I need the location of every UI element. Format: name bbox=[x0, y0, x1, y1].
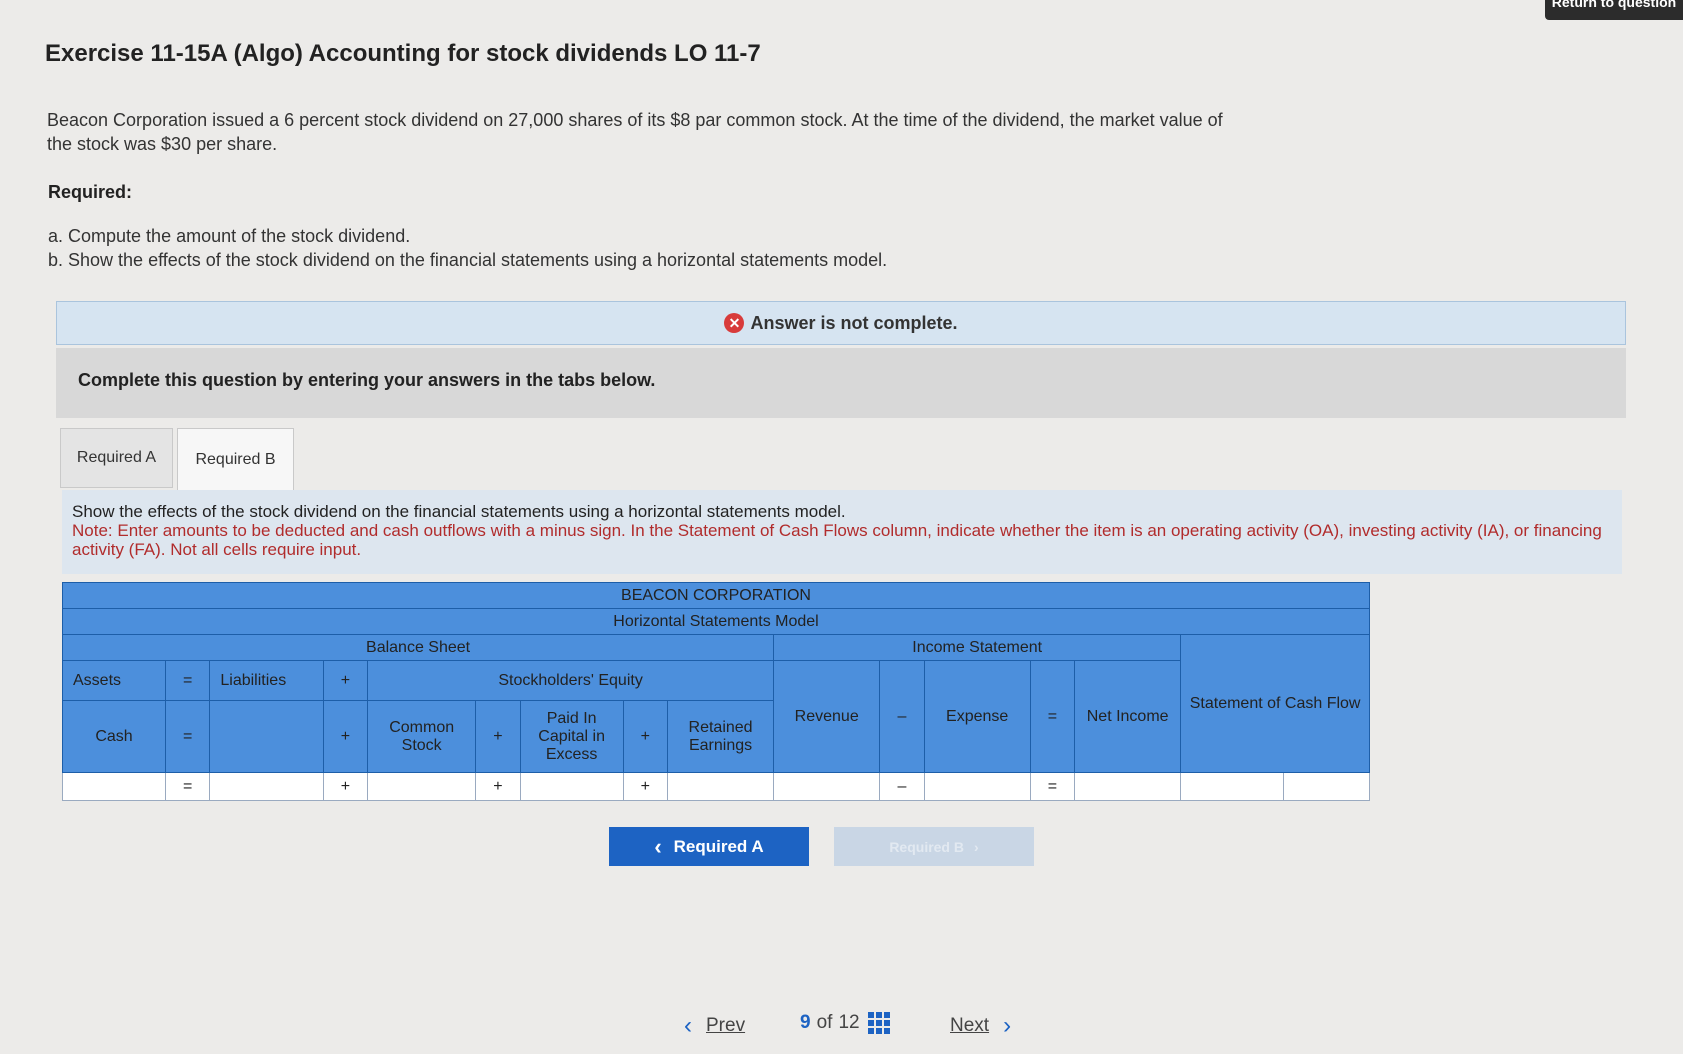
status-text: Answer is not complete. bbox=[750, 312, 958, 333]
liabilities-blank bbox=[209, 700, 324, 773]
tab-required-a[interactable]: Required A bbox=[60, 428, 173, 488]
panel-note: Note: Enter amounts to be deducted and c… bbox=[72, 521, 1602, 559]
revenue-input[interactable] bbox=[773, 772, 881, 801]
company-name: BEACON CORPORATION bbox=[62, 582, 1370, 609]
horizontal-statements-table: BEACON CORPORATION Horizontal Statements… bbox=[61, 582, 1370, 801]
liabilities-header: Liabilities bbox=[209, 660, 324, 701]
prev-label: Prev bbox=[706, 1015, 746, 1036]
tab-label: Required B bbox=[195, 450, 276, 468]
required-label: Required: bbox=[48, 182, 133, 202]
tab-panel-instructions: Show the effects of the stock dividend o… bbox=[62, 490, 1622, 574]
revenue-header: Revenue bbox=[773, 660, 881, 773]
stockholders-equity-header: Stockholders' Equity bbox=[367, 660, 775, 701]
plus-sign: + bbox=[622, 772, 668, 801]
cash-flow-activity-input[interactable] bbox=[1283, 772, 1370, 801]
required-a-back-button[interactable]: ‹ Required A bbox=[609, 827, 809, 866]
prev-link[interactable]: ‹ Prev bbox=[684, 1012, 745, 1040]
page-title: Exercise 11-15A (Algo) Accounting for st… bbox=[45, 40, 761, 67]
chevron-left-icon: ‹ bbox=[684, 1012, 692, 1039]
tab-required-b[interactable]: Required B bbox=[177, 428, 294, 490]
cash-flow-amount-input[interactable] bbox=[1180, 772, 1285, 801]
net-income-input[interactable] bbox=[1074, 772, 1182, 801]
plus-sign: + bbox=[322, 772, 369, 801]
page-indicator[interactable]: 9 of 12 bbox=[800, 1012, 898, 1034]
minus-sign: – bbox=[879, 772, 925, 801]
income-statement-header: Income Statement bbox=[773, 634, 1182, 661]
cash-flow-header: Statement of Cash Flow bbox=[1180, 634, 1370, 773]
expense-header: Expense bbox=[923, 660, 1031, 773]
balance-sheet-header: Balance Sheet bbox=[61, 634, 775, 661]
page-total: 12 bbox=[838, 1012, 860, 1033]
plus-sign: + bbox=[322, 660, 369, 701]
plus-sign: + bbox=[475, 700, 521, 773]
button-label: Required A bbox=[673, 836, 764, 856]
net-income-header: Net Income bbox=[1074, 660, 1182, 773]
chevron-right-icon: › bbox=[1003, 1012, 1012, 1039]
paid-in-capital-input[interactable] bbox=[519, 772, 624, 801]
next-label: Next bbox=[950, 1015, 990, 1036]
minus-sign: – bbox=[879, 660, 925, 773]
equals-sign: = bbox=[165, 772, 211, 801]
plus-sign: + bbox=[622, 700, 668, 773]
liabilities-input[interactable] bbox=[209, 772, 324, 801]
requirement-b: b. Show the effects of the stock dividen… bbox=[48, 250, 888, 270]
chevron-right-icon: › bbox=[974, 838, 979, 855]
x-circle-icon: ✕ bbox=[724, 313, 745, 333]
button-label: Required B bbox=[889, 838, 964, 855]
paid-in-capital-header: Paid In Capital in Excess bbox=[519, 700, 624, 773]
equals-sign: = bbox=[165, 660, 211, 701]
requirement-a: a. Compute the amount of the stock divid… bbox=[48, 226, 411, 246]
retained-earnings-header: Retained Earnings bbox=[666, 700, 775, 773]
cash-header: Cash bbox=[61, 700, 167, 773]
expense-input[interactable] bbox=[923, 772, 1031, 801]
cash-input[interactable] bbox=[61, 772, 167, 801]
required-b-next-button: Required B › bbox=[834, 827, 1034, 866]
chevron-left-icon: ‹ bbox=[654, 833, 662, 859]
instruction-text: Complete this question by entering your … bbox=[78, 370, 656, 390]
plus-sign: + bbox=[322, 700, 369, 773]
page-of: of bbox=[816, 1012, 833, 1033]
retained-earnings-input[interactable] bbox=[666, 772, 775, 801]
plus-sign: + bbox=[475, 772, 521, 801]
equals-sign: = bbox=[1029, 772, 1076, 801]
grid-icon bbox=[867, 1012, 890, 1034]
instruction-bar: Complete this question by entering your … bbox=[56, 348, 1626, 418]
common-stock-header: Common Stock bbox=[367, 700, 477, 773]
model-title: Horizontal Statements Model bbox=[62, 608, 1370, 635]
requirements-list: a. Compute the amount of the stock divid… bbox=[48, 224, 887, 272]
common-stock-input[interactable] bbox=[367, 772, 477, 801]
equals-sign: = bbox=[1029, 660, 1076, 773]
problem-intro: Beacon Corporation issued a 6 percent st… bbox=[47, 110, 1223, 154]
equals-sign: = bbox=[165, 700, 211, 773]
page-current: 9 bbox=[800, 1012, 811, 1033]
tab-label: Required A bbox=[76, 449, 157, 466]
answer-status-banner: ✕ Answer is not complete. bbox=[56, 301, 1626, 345]
return-to-question-button[interactable]: Return to question bbox=[1545, 0, 1683, 20]
next-link[interactable]: Next › bbox=[950, 1012, 1011, 1040]
assets-header: Assets bbox=[61, 660, 167, 701]
panel-prompt: Show the effects of the stock dividend o… bbox=[72, 502, 846, 521]
